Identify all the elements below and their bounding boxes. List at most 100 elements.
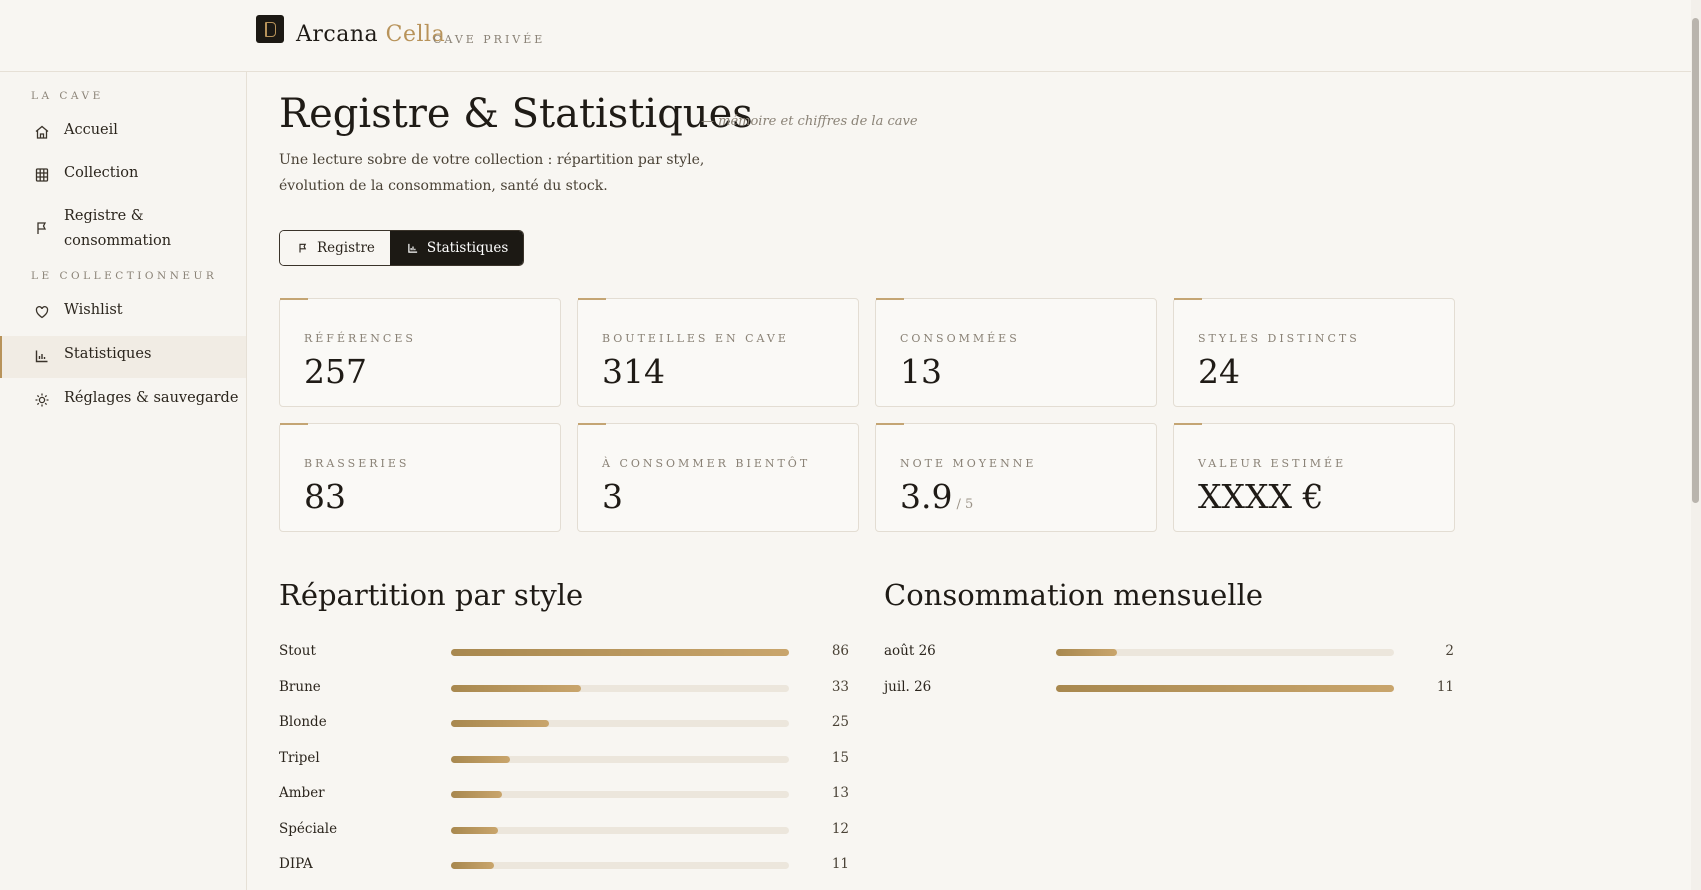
sidebar-item-wishlist[interactable]: Wishlist	[0, 302, 246, 338]
stat-number: 3.9	[900, 477, 953, 516]
tab-label: Statistiques	[426, 240, 509, 256]
tab-registre[interactable]: Registre	[280, 231, 390, 265]
bar-chart-icon	[408, 243, 418, 253]
bar-label: DIPA	[279, 856, 313, 872]
heart-icon	[35, 306, 49, 319]
brand-tagline: CAVE PRIVÉE	[433, 33, 546, 46]
bar-label: Tripel	[279, 749, 320, 766]
bar-value: 11	[1436, 678, 1454, 695]
bar-row: août 26 2	[884, 643, 1454, 663]
flag-icon	[299, 243, 307, 253]
section-label-collector: LE COLLECTIONNEUR	[31, 270, 218, 282]
stat-unit: / 5	[956, 497, 974, 512]
stat-card-styles: STYLES DISTINCTS 24	[1173, 298, 1455, 407]
bar-row: juil. 26 11	[884, 679, 1454, 699]
bar-track	[451, 755, 789, 763]
bar	[451, 755, 510, 763]
stat-card-a-consommer: À CONSOMMER BIENTÔT 3	[577, 423, 859, 532]
bar	[451, 791, 503, 798]
stat-value: 314	[602, 352, 665, 391]
stat-label: RÉFÉRENCES	[304, 332, 416, 345]
bar-track	[451, 684, 789, 692]
sidebar-item-registre[interactable]: Registre & consommation	[0, 208, 246, 264]
bar-label: Spéciale	[279, 820, 338, 837]
scrollbar-thumb[interactable]	[1692, 18, 1699, 503]
bar-value: 86	[831, 643, 849, 659]
bar-track	[451, 791, 789, 798]
bar-track	[451, 826, 789, 834]
brand-name-part: Arcana	[296, 22, 379, 47]
tab-statistiques[interactable]: Statistiques	[389, 231, 524, 265]
bar-label: Blonde	[279, 714, 327, 730]
bar-track	[451, 862, 789, 869]
bar-row: Spéciale 12	[279, 821, 849, 841]
sidebar-item-reglages[interactable]: Réglages & sauvegarde	[0, 390, 246, 426]
stat-label: À CONSOMMER BIENTÔT	[602, 457, 811, 470]
sidebar-item-label: Wishlist	[64, 302, 123, 318]
bar-label: juil. 26	[884, 678, 932, 695]
stat-label: BRASSERIES	[304, 457, 410, 470]
bar-row: Amber 13	[279, 785, 849, 805]
bar-track	[1056, 649, 1394, 656]
sidebar-item-accueil[interactable]: Accueil	[0, 122, 246, 158]
bar-value: 2	[1445, 643, 1454, 659]
bar-row: Blonde 25	[279, 714, 849, 734]
sidebar-item-collection[interactable]: Collection	[0, 165, 246, 201]
stat-card-brasseries: BRASSERIES 83	[279, 423, 561, 532]
stat-value: 24	[1198, 352, 1240, 391]
sidebar: LA CAVE Accueil Collection Registre & co…	[0, 72, 247, 890]
sidebar-item-label: Statistiques	[64, 346, 152, 362]
stat-card-references: RÉFÉRENCES 257	[279, 298, 561, 407]
bar-label: Brune	[279, 678, 321, 695]
bar-label: Amber	[279, 785, 325, 801]
bar	[451, 826, 499, 834]
stat-label: STYLES DISTINCTS	[1198, 332, 1360, 345]
sidebar-item-label: Registre & consommation	[64, 208, 172, 249]
door-icon[interactable]	[256, 15, 284, 43]
sidebar-item-label: Collection	[64, 165, 139, 181]
bar-value: 13	[831, 785, 849, 801]
bar	[451, 684, 581, 692]
sun-icon	[35, 393, 49, 407]
tab-label: Registre	[317, 240, 375, 256]
stat-value: 257	[304, 352, 367, 391]
chart-title-monthly: Consommation mensuelle	[884, 578, 1264, 612]
brand-name[interactable]: Arcana Cella	[296, 22, 445, 47]
bar	[1056, 684, 1394, 692]
chart-title-styles: Répartition par style	[279, 578, 584, 612]
sidebar-item-statistiques[interactable]: Statistiques	[0, 336, 246, 378]
bar-track	[451, 649, 789, 656]
section-label-cave: LA CAVE	[31, 90, 104, 102]
bar-track	[451, 720, 789, 727]
top-bar: Arcana Cella CAVE PRIVÉE	[0, 0, 1691, 72]
flag-icon	[37, 222, 47, 234]
bar	[1056, 649, 1118, 656]
bar	[451, 649, 789, 656]
bar-value: 15	[831, 749, 849, 766]
stat-label: BOUTEILLES EN CAVE	[602, 332, 789, 345]
page-subtitle: — mémoire et chiffres de la cave	[701, 114, 918, 129]
page-intro: Une lecture sobre de votre collection : …	[279, 152, 705, 194]
bar-value: 11	[831, 856, 849, 872]
home-icon	[35, 125, 49, 139]
stat-card-bouteilles: BOUTEILLES EN CAVE 314	[577, 298, 859, 407]
bar-label: août 26	[884, 643, 936, 659]
stat-label: CONSOMMÉES	[900, 332, 1020, 345]
stat-card-consommees: CONSOMMÉES 13	[875, 298, 1157, 407]
sidebar-item-label: Accueil	[64, 122, 118, 138]
page-title: Registre & Statistiques	[279, 91, 753, 137]
stat-value: 3	[602, 477, 623, 516]
bar-value: 12	[831, 820, 849, 837]
bar	[451, 862, 495, 869]
stat-label: NOTE MOYENNE	[900, 457, 1037, 470]
stat-value: 13	[900, 352, 942, 391]
stat-value: 83	[304, 477, 346, 516]
bar-track	[1056, 684, 1394, 692]
bar-row: Brune 33	[279, 679, 849, 699]
bar-value: 25	[831, 714, 849, 730]
sidebar-item-label: Réglages & sauvegarde	[64, 390, 239, 406]
bar-value: 33	[831, 678, 849, 695]
bar-label: Stout	[279, 643, 316, 659]
stat-label: VALEUR ESTIMÉE	[1198, 457, 1347, 470]
stat-value: XXXX €	[1198, 477, 1324, 516]
